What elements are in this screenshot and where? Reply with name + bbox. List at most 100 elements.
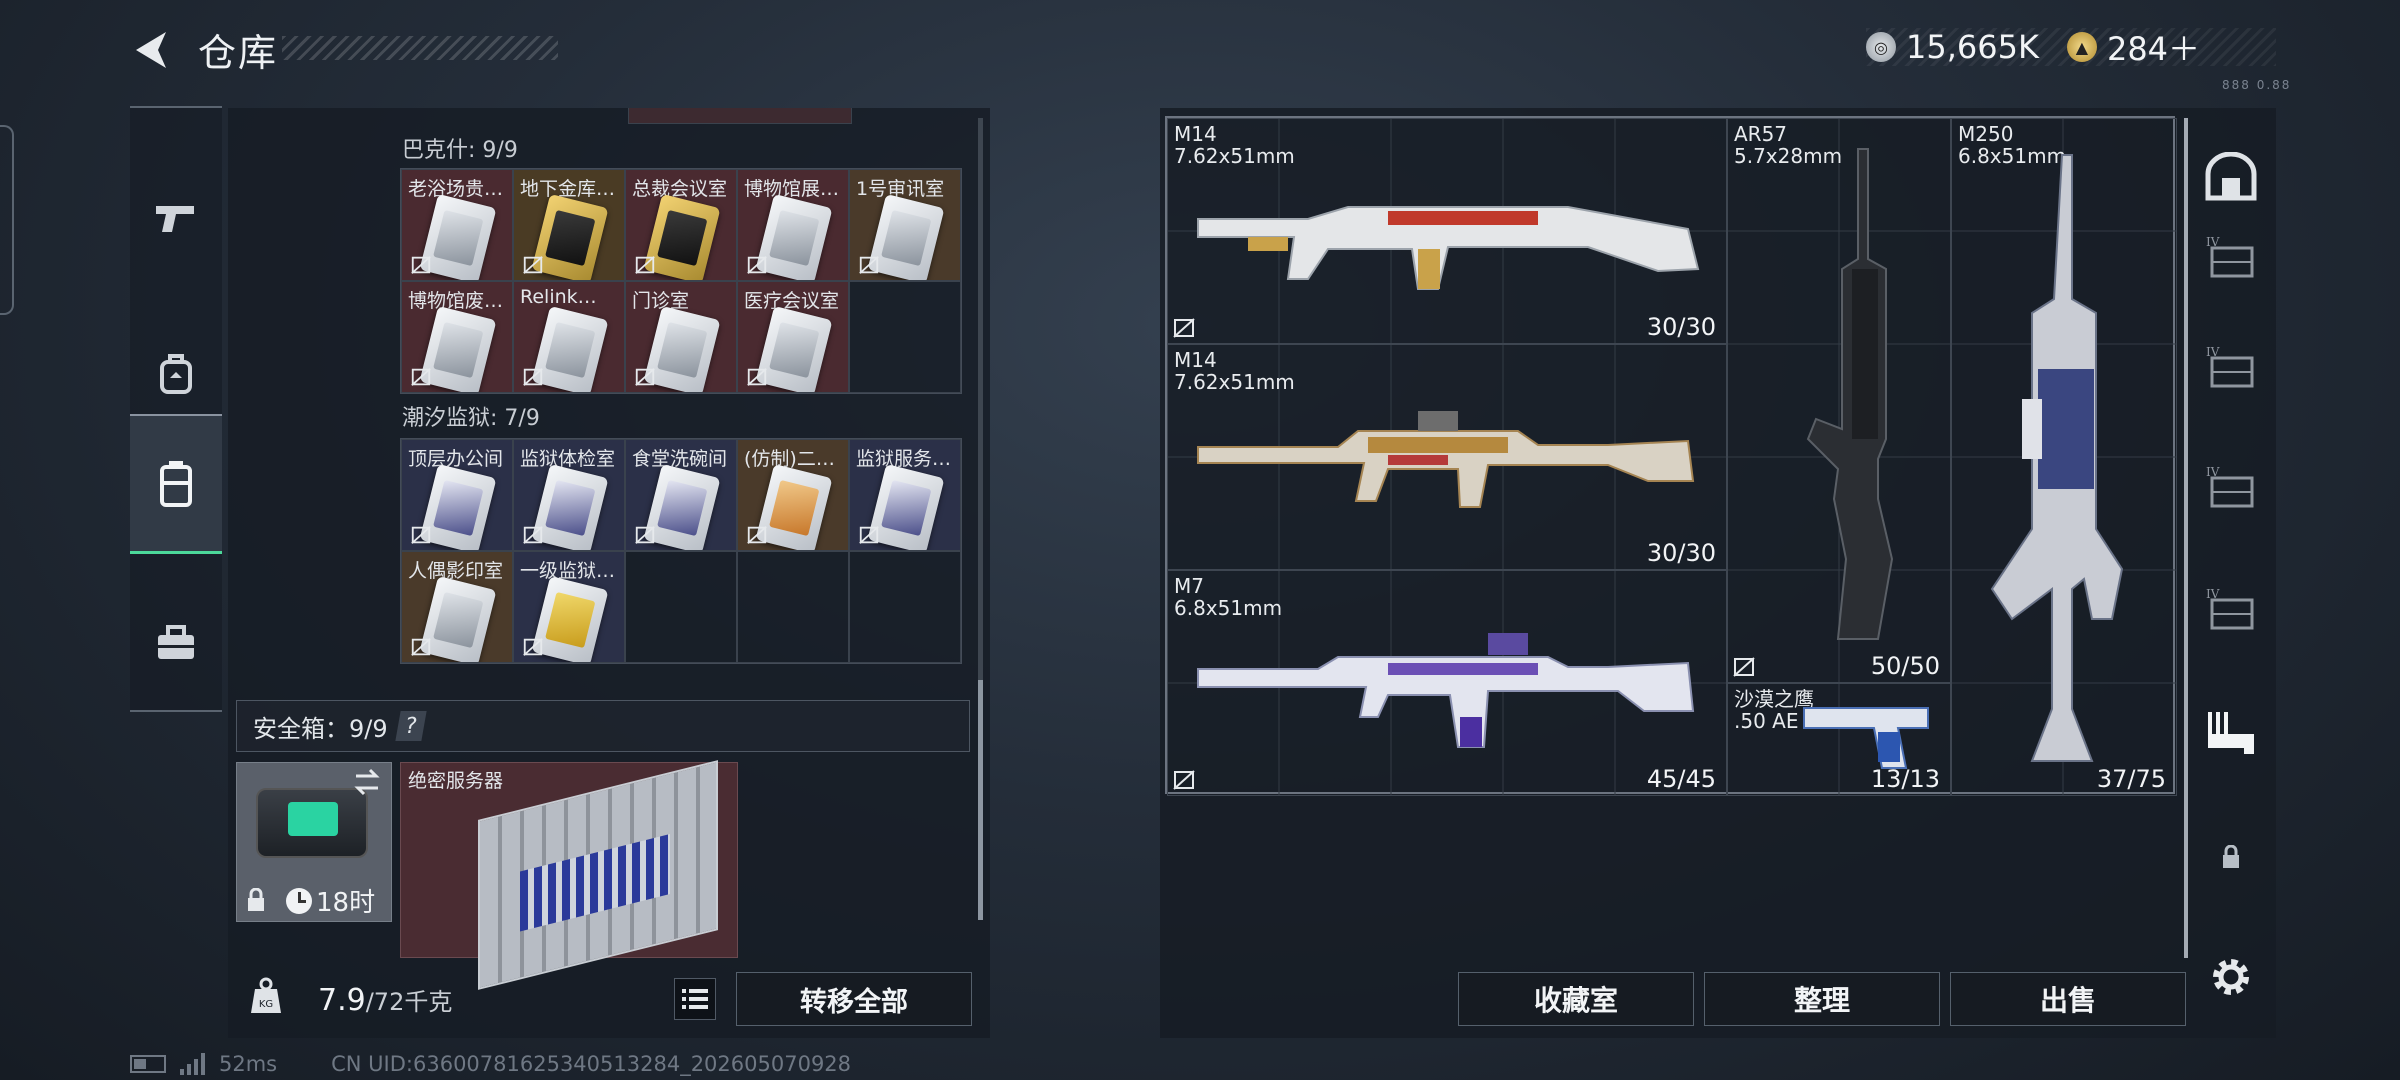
- no-insure-icon: [523, 256, 543, 274]
- gold-triangle-coin-icon: ▲: [2066, 32, 2097, 62]
- silver-currency-value: 15,665K: [1906, 28, 2039, 66]
- status-bar: 52ms CN UID:636007816253405132​84_202605…: [130, 1052, 851, 1076]
- armor-slot-2[interactable]: IV: [2202, 338, 2260, 396]
- keycard-item[interactable]: 监狱体检室: [513, 439, 625, 551]
- keycard-item[interactable]: 医疗会议室: [737, 281, 849, 393]
- no-insure-icon: [635, 526, 655, 544]
- list-view-button[interactable]: [674, 978, 716, 1020]
- keycard-item[interactable]: 食堂洗碗间: [625, 439, 737, 551]
- uid-text: CN UID:636007816253405132​84_20260507092…: [331, 1052, 852, 1076]
- version-text: 888 0.88: [2222, 78, 2292, 92]
- no-insure-icon: [859, 256, 879, 274]
- silver-coin-icon: ◎: [1866, 32, 1896, 62]
- vest-iv-icon: IV: [2206, 465, 2254, 508]
- weight-current: 7.9: [318, 983, 366, 1018]
- keycard-item[interactable]: 人偶影印室: [401, 551, 513, 663]
- settings-button[interactable]: [2202, 948, 2260, 1006]
- no-insure-icon: [411, 368, 431, 386]
- weapon-rack-icon: [2208, 712, 2254, 754]
- locker-tab[interactable]: [2202, 148, 2260, 206]
- weapon-slot-m7[interactable]: M7 6.8x51mm 45/45: [1167, 570, 1727, 796]
- no-insure-icon: [747, 368, 767, 386]
- storage-case-icon: [160, 460, 192, 507]
- keycard-item[interactable]: 监狱服务…: [849, 439, 961, 551]
- timer-value: 18时: [316, 888, 376, 918]
- keycard-item[interactable]: 地下金库…: [513, 169, 625, 281]
- weapon-slot-m250[interactable]: M250 6.8x51mm 37/75: [1951, 118, 2177, 796]
- rifle-m14-image: [1197, 206, 1700, 290]
- nav-storage[interactable]: [130, 414, 222, 554]
- armor-slot-3[interactable]: IV: [2202, 458, 2260, 516]
- weapon-grid: M14 7.62x51mm 30/30 M14 7.62x51mm 30/30 M7…: [1165, 116, 2177, 796]
- keycard-name: 博物馆展…: [744, 178, 840, 200]
- section-title-bakhsh: 巴克什: 9/9: [402, 138, 518, 163]
- keycard-name: 门诊室: [632, 290, 690, 312]
- storage-scrollbar-thumb[interactable]: [978, 680, 983, 920]
- keycard-item[interactable]: 总裁会议室: [625, 169, 737, 281]
- keycard-name: 博物馆废…: [408, 290, 504, 312]
- storage-grid-bakhsh: 老浴场贵… 地下金库… 总裁会议室 博物馆展… 1号审讯室博物馆废… Relink… 门诊室…: [400, 168, 962, 394]
- keycard-item[interactable]: (仿制)二…: [737, 439, 849, 551]
- rifle-ar57-image: [1806, 148, 1894, 640]
- weapon-slot-m14-1[interactable]: M14 7.62x51mm 30/30: [1167, 118, 1727, 344]
- list-icon: [682, 989, 708, 1009]
- gold-currency-value[interactable]: 284＋: [2107, 24, 2200, 70]
- keycard-item[interactable]: 门诊室: [625, 281, 737, 393]
- grid-top-remnant: [628, 108, 852, 124]
- secret-server-name: 绝密服务器: [408, 770, 504, 792]
- keycard-name: 监狱体检室: [520, 448, 616, 470]
- title-stripe-decoration: [282, 36, 558, 60]
- svg-text:KG: KG: [259, 999, 273, 1010]
- lock-icon: [248, 888, 264, 911]
- keycard-name: 监狱服务…: [856, 448, 952, 470]
- keycard-item[interactable]: Relink…: [513, 281, 625, 393]
- keycard-name: 地下金库…: [520, 178, 616, 200]
- weapon-rack-tab[interactable]: [2202, 704, 2260, 762]
- weapon-slot-desert-eagle[interactable]: 沙漠之鹰 .50 AE 13/13: [1727, 683, 1951, 796]
- weight-icon: KG: [236, 966, 296, 1026]
- storage-grid-tidal-prison: 顶层办公间 监狱体检室 食堂洗碗间 (仿制)二… 监狱服务… 人偶影印室 一级监狱…: [400, 438, 962, 664]
- backpack-icon: [160, 354, 192, 394]
- keycard-item[interactable]: 顶层办公间: [401, 439, 513, 551]
- battery-icon: [130, 1055, 166, 1073]
- keycard-item[interactable]: 老浴场贵…: [401, 169, 513, 281]
- clock-icon: [286, 887, 312, 914]
- locker-icon: [2205, 152, 2257, 201]
- sell-button[interactable]: 出售: [1950, 972, 2186, 1026]
- carry-weight: 7.9/72千克: [318, 982, 452, 1018]
- collection-room-button[interactable]: 收藏室: [1458, 972, 1694, 1026]
- no-insure-icon: [747, 526, 767, 544]
- back-arrow-icon[interactable]: [130, 28, 174, 72]
- no-insure-icon: [523, 526, 543, 544]
- help-button[interactable]: ?: [394, 711, 427, 741]
- sort-button[interactable]: 整理: [1704, 972, 1940, 1026]
- swap-icon[interactable]: [352, 768, 382, 796]
- no-insure-icon: [411, 638, 431, 656]
- no-insure-icon: [1173, 318, 1195, 338]
- toolbox-icon: [158, 625, 194, 659]
- armor-slot-1[interactable]: IV: [2202, 228, 2260, 286]
- keycard-item[interactable]: 1号审讯室: [849, 169, 961, 281]
- no-insure-icon: [523, 368, 543, 386]
- section-title-tidal-prison: 潮汐监狱: 7/9: [402, 406, 540, 431]
- keycard-item[interactable]: 一级监狱…: [513, 551, 625, 663]
- ammo-count: 30/30: [1646, 313, 1716, 341]
- ammo-count: 13/13: [1870, 765, 1940, 793]
- nav-weapons[interactable]: [130, 148, 222, 288]
- keycard-item[interactable]: 博物馆展…: [737, 169, 849, 281]
- nav-toolbox[interactable]: [130, 588, 222, 698]
- lock-icon: [2223, 845, 2239, 868]
- ammo-count: 45/45: [1646, 765, 1716, 793]
- weapon-slot-m14-2[interactable]: M14 7.62x51mm 30/30: [1167, 344, 1727, 570]
- left-category-nav: [130, 106, 222, 712]
- keycard-name: 老浴场贵…: [408, 178, 504, 200]
- keycard-name: 1号审讯室: [856, 178, 945, 200]
- edge-drawer-tab[interactable]: [0, 125, 14, 315]
- vest-iv-icon: IV: [2206, 235, 2254, 278]
- transfer-all-button[interactable]: 转移全部: [736, 972, 972, 1026]
- keycard-item[interactable]: 博物馆废…: [401, 281, 513, 393]
- armor-slot-4[interactable]: IV: [2202, 580, 2260, 638]
- vest-iv-icon: IV: [2206, 587, 2254, 630]
- weapon-slot-ar57[interactable]: AR57 5.7x28mm 50/50: [1727, 118, 1951, 683]
- page-title: 仓库: [198, 31, 279, 75]
